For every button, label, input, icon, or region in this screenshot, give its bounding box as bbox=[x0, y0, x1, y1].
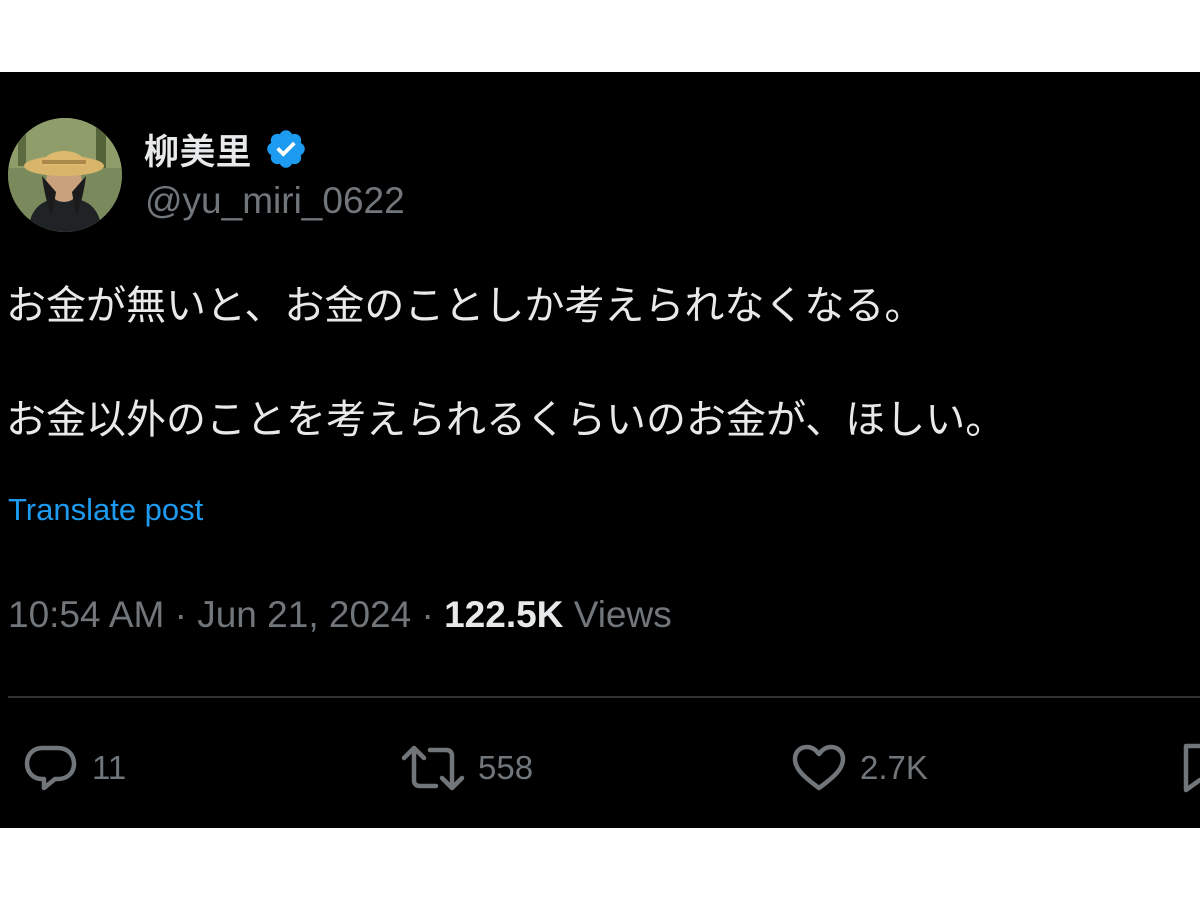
author-avatar[interactable] bbox=[8, 118, 122, 232]
like-button[interactable]: 2.7K bbox=[790, 742, 928, 794]
tweet-time[interactable]: 10:54 AM bbox=[8, 594, 164, 635]
tweet-text: お金が無いと、お金のことしか考えられなくなる。 お金以外のことを考えられるくらい… bbox=[6, 282, 1200, 444]
repost-icon bbox=[401, 745, 465, 791]
verified-badge-icon[interactable] bbox=[264, 127, 308, 171]
avatar-photo bbox=[8, 118, 122, 232]
bookmark-icon bbox=[1183, 743, 1200, 793]
tweet-card: 柳美里 @yu_miri_0622 お金が無いと、お金のことしか考えられなくなる… bbox=[0, 72, 1200, 828]
tweet-date[interactable]: Jun 21, 2024 bbox=[197, 594, 411, 635]
views-label: Views bbox=[573, 594, 672, 635]
author-handle[interactable]: @yu_miri_0622 bbox=[145, 180, 405, 222]
bookmark-button[interactable] bbox=[1180, 742, 1200, 794]
meta-separator: · bbox=[411, 594, 445, 635]
tweet-text-line: お金が無いと、お金のことしか考えられなくなる。 bbox=[6, 284, 925, 328]
views-count: 122.5K bbox=[444, 594, 564, 635]
reply-count: 11 bbox=[92, 749, 127, 786]
divider bbox=[8, 696, 1200, 698]
meta-separator: · bbox=[164, 594, 198, 635]
repost-count: 558 bbox=[478, 749, 534, 786]
author-display-name[interactable]: 柳美里 bbox=[144, 124, 252, 175]
repost-button[interactable]: 558 bbox=[400, 742, 533, 794]
tweet-meta: 10:54 AM · Jun 21, 2024 · 122.5K Views bbox=[8, 594, 672, 636]
reply-icon bbox=[24, 745, 77, 791]
translate-post-link[interactable]: Translate post bbox=[8, 492, 203, 528]
author-name-row: 柳美里 bbox=[144, 124, 308, 174]
tweet-text-line: お金以外のことを考えられるくらいのお金が、ほしい。 bbox=[6, 398, 1006, 442]
reply-button[interactable]: 11 bbox=[22, 742, 126, 794]
like-count: 2.7K bbox=[860, 749, 928, 786]
heart-icon bbox=[792, 744, 846, 791]
